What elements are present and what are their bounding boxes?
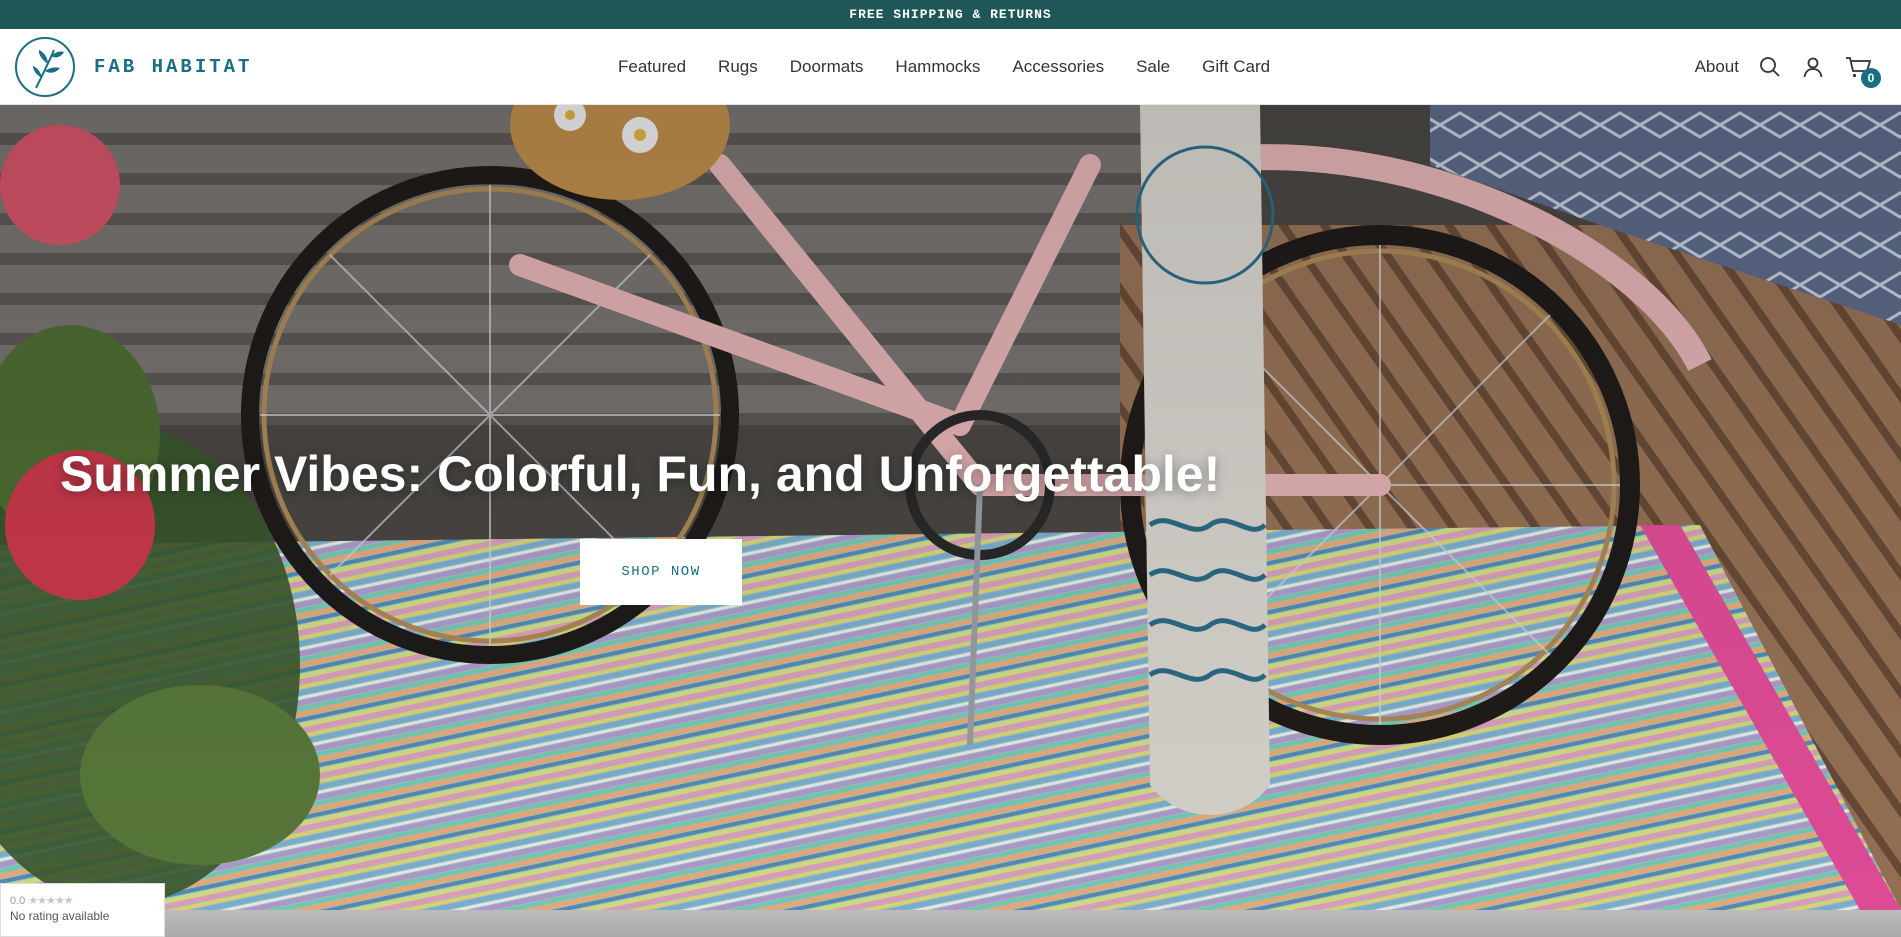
nav-item-sale[interactable]: Sale: [1136, 57, 1170, 77]
main-nav: Featured Rugs Doormats Hammocks Accessor…: [618, 29, 1270, 105]
section-divider-strip: [0, 910, 1901, 937]
nav-item-featured[interactable]: Featured: [618, 57, 686, 77]
nav-item-hammocks[interactable]: Hammocks: [895, 57, 980, 77]
nav-item-gift-card[interactable]: Gift Card: [1202, 57, 1270, 77]
rating-stars-icon: ★★★★★: [28, 895, 73, 907]
rating-score: 0.0: [10, 894, 26, 907]
brand-logo-link[interactable]: FAB HABITAT: [14, 35, 252, 99]
header-utilities: About 0: [1695, 29, 1881, 105]
about-link[interactable]: About: [1695, 57, 1739, 77]
hero-banner: Summer Vibes: Colorful, Fun, and Unforge…: [0, 105, 1901, 910]
site-header: FAB HABITAT Featured Rugs Doormats Hammo…: [0, 29, 1901, 105]
shop-now-button[interactable]: SHOP NOW: [580, 539, 742, 605]
nav-item-doormats[interactable]: Doormats: [790, 57, 864, 77]
announcement-bar: FREE SHIPPING & RETURNS: [0, 0, 1901, 29]
rating-widget[interactable]: 0.0 ★★★★★ No rating available: [0, 883, 165, 937]
cart-button[interactable]: 0: [1843, 54, 1881, 88]
brand-name: FAB HABITAT: [94, 56, 253, 78]
hero-background-image: [0, 105, 1901, 910]
leaf-logo-icon: [15, 37, 75, 97]
nav-item-accessories[interactable]: Accessories: [1012, 57, 1104, 77]
cart-count-badge: 0: [1861, 68, 1881, 88]
rating-summary: 0.0 ★★★★★: [10, 894, 164, 908]
announcement-text: FREE SHIPPING & RETURNS: [849, 7, 1052, 22]
user-icon[interactable]: [1800, 54, 1826, 80]
nav-item-rugs[interactable]: Rugs: [718, 57, 758, 77]
hero-title: Summer Vibes: Colorful, Fun, and Unforge…: [60, 446, 1221, 502]
rating-status-text: No rating available: [10, 909, 110, 923]
search-icon[interactable]: [1757, 54, 1783, 80]
